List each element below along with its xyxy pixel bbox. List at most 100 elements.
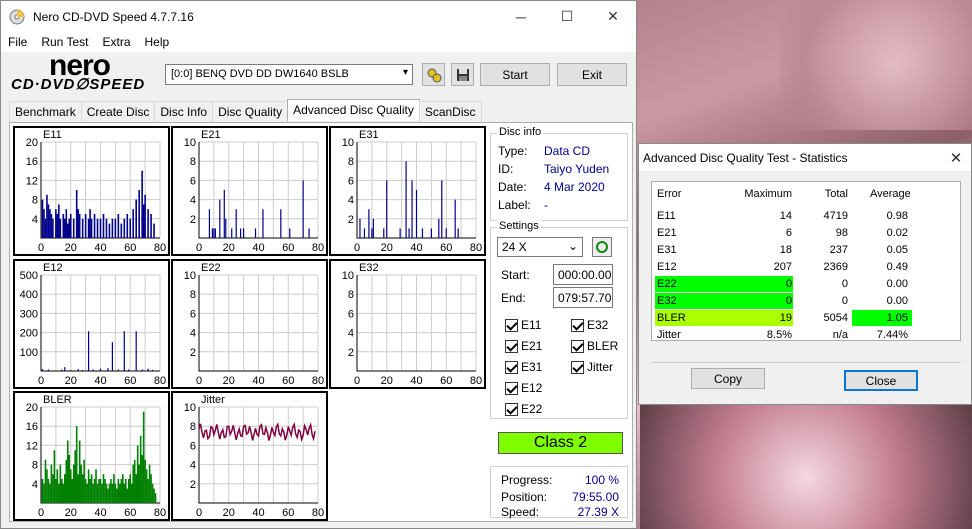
drive-select[interactable]: [0:0] BENQ DVD DD DW1640 BSLB ▾ — [165, 64, 413, 85]
chevron-down-icon: ▾ — [402, 67, 408, 78]
copy-button[interactable]: Copy — [691, 368, 765, 389]
y-tick-label: 8 — [190, 289, 196, 301]
end-field[interactable]: 079:57.70 — [553, 287, 613, 308]
x-tick-label: 80 — [312, 375, 324, 387]
speed-select[interactable]: 24 X ⌄ — [497, 237, 583, 257]
y-tick-label: 8 — [32, 195, 38, 207]
minimize-button[interactable]: ─ — [498, 1, 544, 32]
y-tick-label: 12 — [26, 175, 38, 187]
chart-e22: 10 8 6 4 2 0 20 40 60 80 E22 — [171, 259, 328, 389]
chart-svg: 1086420 20 40 60 80 — [342, 270, 482, 387]
y-tick-label: 400 — [20, 289, 38, 301]
stats-cell: E22 — [657, 278, 677, 290]
start-button[interactable]: Start — [480, 63, 550, 86]
menu-extra[interactable]: Extra — [95, 35, 137, 49]
stats-cell: 0.00 — [886, 295, 908, 307]
e22-checkbox[interactable]: E22 — [505, 402, 542, 416]
menu-help[interactable]: Help — [138, 35, 177, 49]
refresh-icon — [596, 241, 608, 253]
bler-checkbox[interactable]: BLER — [571, 339, 618, 353]
y-tick-label: 12 — [26, 440, 38, 452]
y-tick-label: 4 — [348, 195, 354, 207]
start-field[interactable]: 000:00.00 — [553, 264, 613, 285]
x-tick-label: 80 — [312, 507, 324, 519]
tab-advanced-disc-quality[interactable]: Advanced Disc Quality — [287, 99, 420, 121]
x-tick-label: 40 — [410, 375, 422, 387]
e32-checkbox[interactable]: E32 — [571, 318, 608, 332]
chart-svg: 201612840 20 40 60 80 — [26, 137, 166, 254]
chart-title: E12 — [43, 262, 63, 274]
id-label: ID: — [498, 162, 514, 176]
menu-file[interactable]: File — [1, 35, 34, 49]
jitter-check-label: Jitter — [587, 360, 614, 374]
refresh-speed-button[interactable] — [592, 237, 612, 257]
x-tick-label: 0 — [196, 375, 202, 387]
chart-title: Jitter — [201, 394, 225, 406]
x-tick-label: 0 — [38, 507, 44, 519]
chart-svg: 1086420 20 40 60 80 — [184, 137, 324, 254]
close-button[interactable]: Close — [844, 370, 918, 391]
tab-benchmark[interactable]: Benchmark — [9, 101, 82, 122]
x-tick-label: 0 — [354, 242, 360, 254]
tab-disc-info[interactable]: Disc Info — [154, 101, 214, 122]
x-tick-label: 20 — [223, 375, 235, 387]
drive-info-button[interactable] — [422, 63, 445, 86]
y-tick-label: 2 — [348, 347, 354, 359]
check-icon — [571, 339, 584, 353]
jitter-checkbox[interactable]: Jitter — [571, 360, 613, 374]
check-icon — [505, 339, 518, 353]
e11-checkbox[interactable]: E11 — [505, 318, 541, 332]
x-tick-label: 20 — [65, 242, 77, 254]
advanced-quality-panel: 20 16 12 8 4 0 20 40 60 80 E11 10 8 6 4 2 0 20 40 60 80 E21 10… — [9, 122, 633, 522]
x-tick-label: 60 — [282, 375, 294, 387]
close-window-button[interactable]: ✕ — [590, 1, 636, 32]
x-tick-label: 20 — [381, 375, 393, 387]
x-tick-label: 20 — [381, 242, 393, 254]
chart-svg: 1086420 20 40 60 80 — [184, 270, 324, 387]
y-tick-label: 100 — [20, 347, 38, 359]
label-label: Label: — [498, 198, 531, 212]
y-tick-label: 8 — [348, 156, 354, 168]
type-label: Type: — [498, 144, 528, 158]
tab-disc-quality[interactable]: Disc Quality — [212, 101, 289, 122]
tab-scandisc[interactable]: ScanDisc — [418, 101, 482, 122]
stats-cell: 0.49 — [886, 261, 908, 273]
close-icon[interactable]: ✕ — [941, 149, 971, 167]
stats-cell: 207 — [773, 261, 792, 273]
gears-icon — [427, 68, 441, 82]
exit-button[interactable]: Exit — [557, 63, 627, 86]
y-tick-label: 6 — [190, 440, 196, 452]
stats-cell: 0.02 — [886, 227, 908, 239]
x-tick-label: 40 — [94, 375, 106, 387]
y-tick-label: 8 — [190, 421, 196, 433]
stats-cell: E21 — [657, 227, 677, 239]
chart-title: E32 — [359, 262, 379, 274]
e21-check-label: E21 — [521, 339, 543, 353]
y-tick-label: 200 — [20, 328, 38, 340]
id-value: Taiyo Yuden — [544, 162, 610, 176]
progress-group: Progress: 100 % Position: 79:55.00 Speed… — [490, 466, 628, 519]
tab-bar: Benchmark Create Disc Disc Info Disc Qua… — [9, 99, 482, 122]
maximize-button[interactable]: ☐ — [544, 1, 590, 32]
tab-create-disc[interactable]: Create Disc — [80, 101, 156, 122]
chart-title: E22 — [201, 262, 221, 274]
x-tick-label: 60 — [124, 242, 136, 254]
x-tick-label: 80 — [154, 375, 166, 387]
y-tick-label: 4 — [32, 479, 38, 491]
stats-header-maximum: Maximum — [744, 188, 792, 200]
y-tick-label: 2 — [190, 214, 196, 226]
position-value: 79:55.00 — [572, 490, 619, 504]
label-value: - — [544, 198, 548, 212]
x-tick-label: 80 — [154, 507, 166, 519]
x-tick-label: 20 — [223, 507, 235, 519]
menu-run-test[interactable]: Run Test — [34, 35, 95, 49]
e21-checkbox[interactable]: E21 — [505, 339, 542, 353]
y-tick-label: 10 — [342, 270, 354, 282]
e11-check-label: E11 — [521, 318, 542, 332]
e31-checkbox[interactable]: E31 — [505, 360, 542, 374]
save-button[interactable] — [451, 63, 474, 86]
chart-e32: 10 8 6 4 2 0 20 40 60 80 E32 — [329, 259, 486, 389]
e12-checkbox[interactable]: E12 — [505, 381, 542, 395]
stats-cell: 2369 — [823, 261, 848, 273]
wallpaper-blossom-top — [780, 0, 972, 130]
